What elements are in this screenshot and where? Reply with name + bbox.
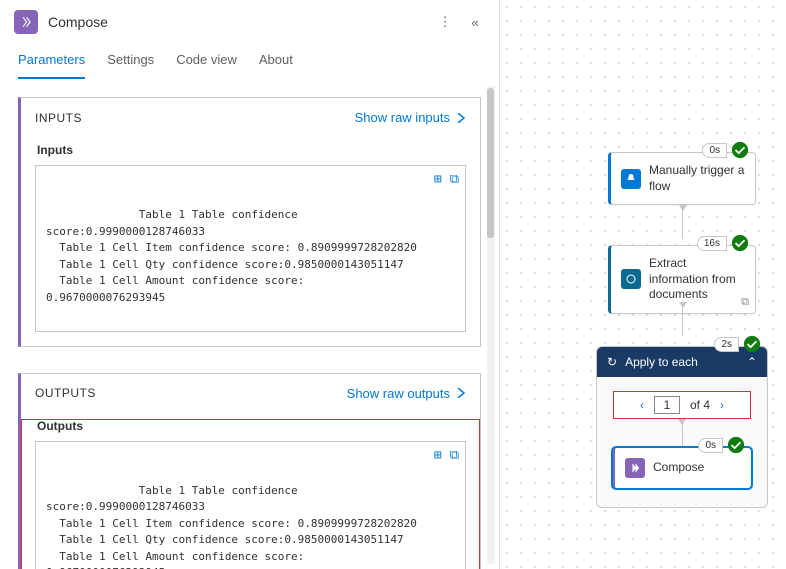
outputs-title: OUTPUTS [35,386,347,400]
show-raw-outputs-link[interactable]: Show raw outputs [347,386,466,401]
node-trigger[interactable]: 0s Manually trigger a flow [608,152,756,205]
scroll-area[interactable]: INPUTS Show raw inputs Inputs ⊞ ⧉ Table … [0,79,499,569]
pager-total: of 4 [690,398,710,412]
tab-parameters[interactable]: Parameters [18,44,85,79]
iteration-pager: ‹ of 4 › [613,391,751,419]
inputs-text: Table 1 Table confidence score:0.9990000… [46,208,417,304]
grid-view-icon[interactable]: ⊞ [434,446,442,466]
success-icon [727,436,745,454]
compose-icon [14,10,38,34]
chevron-right-icon [456,113,466,123]
show-raw-inputs-label: Show raw inputs [355,110,450,125]
details-pane: Compose ⋮ « Parameters Settings Code vie… [0,0,500,569]
pager-current-input[interactable] [654,396,680,414]
show-raw-inputs-link[interactable]: Show raw inputs [355,110,466,125]
chevron-up-icon[interactable]: ⌃ [747,355,757,369]
link-icon: ⧉ [741,296,749,309]
outputs-sublabel: Outputs [37,419,466,433]
inputs-card: INPUTS Show raw inputs Inputs ⊞ ⧉ Table … [18,97,481,347]
ai-icon [621,269,641,289]
outputs-card: OUTPUTS Show raw outputs Outputs ⊞ ⧉ Tab… [18,373,481,569]
more-icon[interactable]: ⋮ [435,14,455,30]
tab-code-view[interactable]: Code view [176,44,237,79]
node-compose[interactable]: 0s Compose [612,447,752,489]
node-apply-to-each[interactable]: 2s ↻ Apply to each ⌃ ‹ of 4 › [596,346,768,508]
duration-badge: 16s [697,236,727,251]
trigger-icon [621,169,641,189]
node-label: Compose [653,460,741,476]
connector [682,205,683,239]
pager-prev-icon[interactable]: ‹ [640,398,644,412]
show-raw-outputs-label: Show raw outputs [347,386,450,401]
duration-badge: 0s [702,143,727,158]
scrollbar-thumb[interactable] [487,88,494,238]
pane-title: Compose [48,14,425,30]
success-icon [731,234,749,252]
node-label: Manually trigger a flow [649,163,745,194]
tabs: Parameters Settings Code view About [0,44,499,79]
copy-icon[interactable]: ⧉ [450,446,459,466]
inputs-data: ⊞ ⧉ Table 1 Table confidence score:0.999… [35,165,466,332]
tab-about[interactable]: About [259,44,293,79]
outputs-data: ⊞ ⧉ Table 1 Table confidence score:0.999… [35,441,466,569]
tab-settings[interactable]: Settings [107,44,154,79]
success-icon [743,335,761,353]
connector [682,419,683,447]
pane-header: Compose ⋮ « [0,0,499,44]
compose-icon [625,458,645,478]
inputs-sublabel: Inputs [37,143,466,157]
pager-next-icon[interactable]: › [720,398,724,412]
grid-view-icon[interactable]: ⊞ [434,170,442,190]
apply-label: Apply to each [625,355,698,369]
duration-badge: 0s [698,438,723,453]
loop-icon: ↻ [607,355,617,369]
outputs-text: Table 1 Table confidence score:0.9990000… [46,484,417,569]
node-label: Extract information from documents [649,256,745,303]
duration-badge: 2s [714,337,739,352]
chevron-right-icon [456,388,466,398]
collapse-pane-icon[interactable]: « [465,15,485,30]
success-icon [731,141,749,159]
inputs-title: INPUTS [35,111,355,125]
connector [682,302,683,336]
copy-icon[interactable]: ⧉ [450,170,459,190]
flow-canvas[interactable]: 0s Manually trigger a flow 16s Extract i… [500,0,786,569]
